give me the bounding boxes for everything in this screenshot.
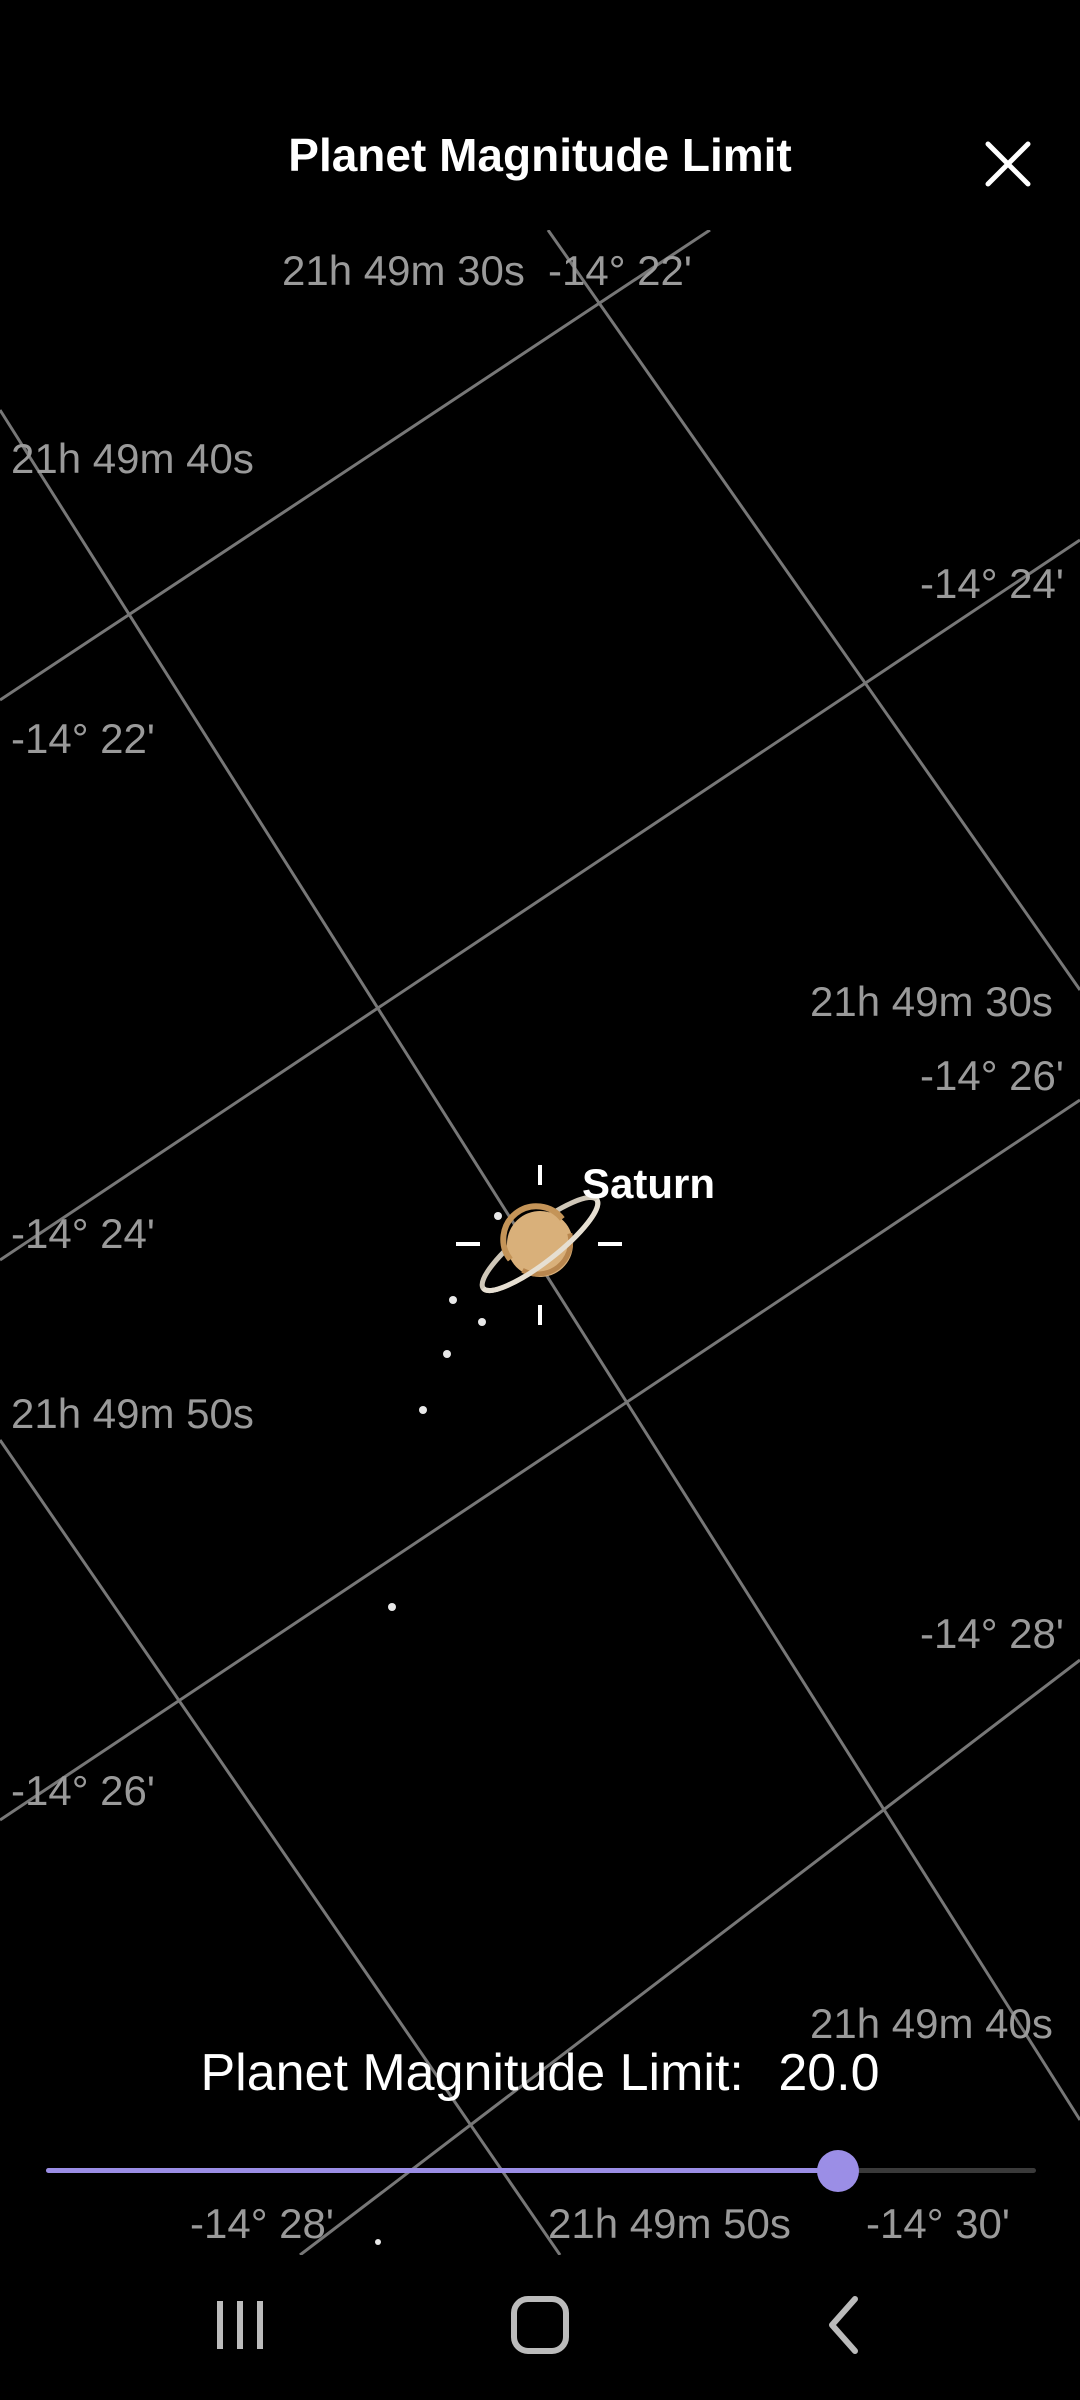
dec-label: -14° 28' — [190, 2200, 334, 2247]
moon-dot — [478, 1318, 486, 1326]
grid-line — [546, 230, 1080, 991]
grid-line — [0, 538, 1080, 1262]
dec-label: -14° 24' — [11, 1210, 155, 1257]
ra-label: 21h 49m 30s — [282, 247, 525, 294]
sky-map[interactable]: 21h 49m 30s -14° 22' 21h 49m 40s -14° 24… — [0, 230, 1080, 2255]
ra-label: 21h 49m 40s — [810, 2000, 1053, 2047]
dec-label: -14° 28' — [920, 1610, 1064, 1657]
dec-label: -14° 24' — [920, 560, 1064, 607]
close-button[interactable] — [972, 128, 1044, 200]
magnitude-label: Planet Magnitude Limit: — [200, 2044, 744, 2102]
moon-dot — [449, 1296, 457, 1304]
ra-label: 21h 49m 50s — [548, 2200, 791, 2247]
dec-label: -14° 26' — [920, 1052, 1064, 1099]
ra-label: 21h 49m 30s — [810, 978, 1053, 1025]
close-icon — [985, 141, 1031, 187]
coordinate-grid — [0, 230, 1080, 2255]
grid-line — [0, 1439, 562, 2255]
back-button[interactable] — [800, 2285, 890, 2365]
slider-thumb[interactable] — [817, 2150, 859, 2192]
star-dot — [375, 2239, 381, 2245]
magnitude-value: 20.0 — [778, 2044, 880, 2102]
dec-label: -14° 26' — [11, 1767, 155, 1814]
moon-dot — [419, 1406, 427, 1414]
slider-fill — [46, 2168, 838, 2173]
ra-label: 21h 49m 50s — [11, 1390, 254, 1437]
home-button[interactable] — [495, 2285, 585, 2365]
star-dot — [388, 1603, 396, 1611]
moon-dot — [494, 1212, 502, 1220]
recent-apps-icon — [217, 2301, 263, 2349]
dec-label: -14° 30' — [866, 2200, 1010, 2247]
header: Planet Magnitude Limit — [0, 0, 1080, 230]
ra-label: 21h 49m 40s — [11, 435, 254, 482]
magnitude-readout: Planet Magnitude Limit: 20.0 — [0, 2043, 1080, 2103]
recent-apps-button[interactable] — [195, 2285, 285, 2365]
page-title: Planet Magnitude Limit — [288, 129, 792, 181]
dec-label: -14° 22' — [548, 247, 692, 294]
planet-label: Saturn — [582, 1160, 716, 1207]
home-icon — [511, 2296, 569, 2354]
back-icon — [829, 2296, 858, 2354]
moon-dot — [443, 1350, 451, 1358]
magnitude-slider[interactable] — [46, 2150, 1036, 2192]
system-nav-bar — [0, 2255, 1080, 2400]
dec-label: -14° 22' — [11, 715, 155, 762]
